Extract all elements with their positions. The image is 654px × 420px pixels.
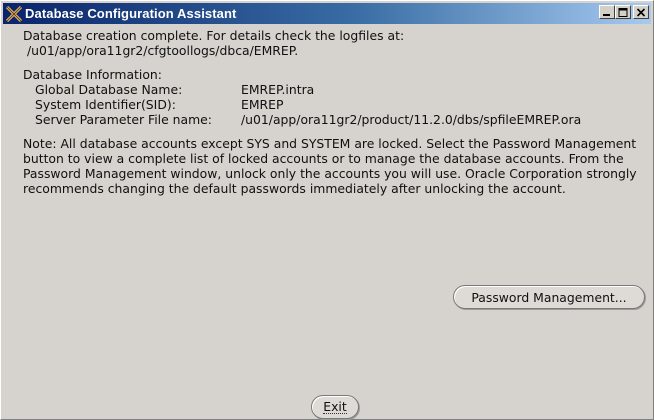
password-management-button[interactable]: Password Management... bbox=[453, 285, 645, 309]
exit-button[interactable]: Exit bbox=[311, 395, 359, 419]
info-value: EMREP.intra bbox=[241, 82, 315, 97]
info-row-spfile: Server Parameter File name: /u01/app/ora… bbox=[23, 112, 645, 127]
minimize-button[interactable] bbox=[599, 5, 615, 19]
exit-label: Exit bbox=[323, 399, 347, 414]
close-button[interactable] bbox=[633, 5, 649, 19]
info-value: EMREP bbox=[241, 97, 284, 112]
database-info-heading: Database Information: bbox=[23, 67, 162, 82]
oracle-x-icon bbox=[5, 5, 23, 22]
info-label: System Identifier(SID): bbox=[35, 97, 176, 112]
info-value: /u01/app/ora11gr2/product/11.2.0/dbs/spf… bbox=[241, 112, 582, 127]
logfile-path: /u01/app/ora11gr2/cfgtoollogs/dbca/EMREP… bbox=[23, 43, 299, 58]
window-title: Database Configuration Assistant bbox=[25, 6, 237, 21]
window-controls bbox=[597, 5, 649, 19]
info-row-sid: System Identifier(SID): EMREP bbox=[23, 97, 645, 112]
dbca-window: Database Configuration Assistant Databas… bbox=[0, 0, 654, 420]
completion-message: Database creation complete. For details … bbox=[23, 28, 405, 43]
dialog-content: Database creation complete. For details … bbox=[23, 28, 645, 419]
close-icon bbox=[636, 7, 646, 17]
info-label: Global Database Name: bbox=[35, 82, 183, 97]
minimize-icon bbox=[603, 14, 610, 16]
info-row-global-name: Global Database Name: EMREP.intra bbox=[23, 82, 645, 97]
title-bar[interactable]: Database Configuration Assistant bbox=[3, 3, 651, 24]
maximize-button[interactable] bbox=[615, 5, 631, 19]
info-label: Server Parameter File name: bbox=[35, 112, 212, 127]
locked-accounts-note: Note: All database accounts except SYS a… bbox=[23, 136, 637, 196]
maximize-icon bbox=[618, 7, 628, 17]
